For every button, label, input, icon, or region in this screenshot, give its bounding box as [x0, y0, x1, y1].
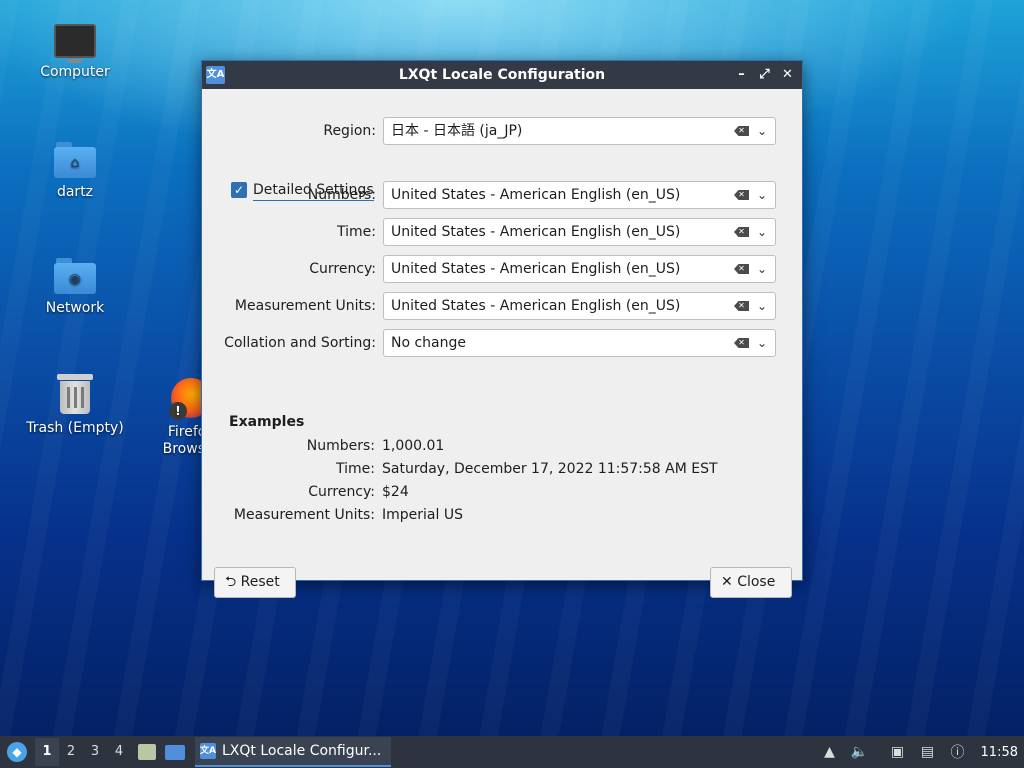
network-folder-icon: ◉: [54, 258, 96, 294]
examples-heading: Examples: [229, 414, 305, 430]
example-measurement-value: Imperial US: [382, 507, 463, 523]
clear-icon[interactable]: ✕: [734, 227, 749, 237]
taskbar-task-locale[interactable]: 文A LXQt Locale Configur...: [195, 737, 391, 767]
dialog-content: Region: 日本 - 日本語 (ja_JP) ✕ ⌄ ✓ Detailed …: [202, 89, 802, 598]
computer-icon: [54, 24, 96, 63]
title-bar[interactable]: 文A LXQt Locale Configuration – ⤢ ✕: [202, 61, 802, 89]
desktop-switch-1[interactable]: 1: [35, 738, 59, 766]
chevron-down-icon[interactable]: ⌄: [755, 118, 769, 144]
measurement-units-label: Measurement Units:: [234, 298, 376, 314]
region-combobox[interactable]: 日本 - 日本語 (ja_JP) ✕ ⌄: [383, 117, 776, 145]
lxqt-logo-icon: ◆: [7, 742, 27, 762]
collation-label: Collation and Sorting:: [224, 335, 376, 351]
file-manager-icon: [138, 744, 156, 760]
example-numbers-label: Numbers:: [306, 438, 375, 454]
clear-icon[interactable]: ✕: [734, 126, 749, 136]
volume-icon[interactable]: 🔈: [849, 741, 871, 763]
desktop-switch-4[interactable]: 4: [107, 738, 131, 766]
clear-icon[interactable]: ✕: [734, 264, 749, 274]
task-label: LXQt Locale Configur...: [222, 743, 382, 759]
time-label: Time:: [337, 224, 376, 240]
example-measurement-label: Measurement Units:: [233, 507, 375, 523]
currency-combobox[interactable]: United States - American English (en_US)…: [383, 255, 776, 283]
desktop-icon-label: dartz: [56, 184, 94, 200]
locale-app-icon: 文A: [206, 66, 225, 84]
start-menu-button[interactable]: ◆: [3, 738, 31, 766]
close-icon: ✕: [721, 574, 733, 590]
clipboard-icon[interactable]: ▤: [917, 741, 939, 763]
minimize-icon[interactable]: –: [733, 65, 750, 84]
clear-icon[interactable]: ✕: [734, 338, 749, 348]
chevron-down-icon[interactable]: ⌄: [755, 293, 769, 319]
show-desktop-launcher[interactable]: [163, 740, 187, 764]
desktop-icon-network[interactable]: ◉ Network: [20, 258, 130, 316]
locale-app-icon: 文A: [200, 743, 216, 759]
numbers-value: United States - American English (en_US): [391, 187, 681, 203]
reset-button[interactable]: ⮌ Reset: [214, 567, 296, 598]
clear-icon[interactable]: ✕: [734, 190, 749, 200]
undo-icon: ⮌: [225, 574, 237, 590]
currency-label: Currency:: [309, 261, 376, 277]
currency-value: United States - American English (en_US): [391, 261, 681, 277]
locale-config-window: 文A LXQt Locale Configuration – ⤢ ✕ Regio…: [201, 60, 803, 598]
close-button[interactable]: ✕ Close: [710, 567, 792, 598]
taskbar: ◆ 1 2 3 4 文A LXQt Locale Configur... ▲ 🔈…: [0, 736, 1024, 768]
chevron-down-icon[interactable]: ⌄: [755, 330, 769, 356]
collation-combobox[interactable]: No change ✕ ⌄: [383, 329, 776, 357]
desktop-icon-computer[interactable]: Computer: [20, 24, 130, 80]
numbers-label: Numbers:: [307, 187, 376, 203]
network-icon[interactable]: ▣: [887, 741, 909, 763]
chevron-down-icon[interactable]: ⌄: [755, 256, 769, 282]
maximize-icon[interactable]: ⤢: [756, 65, 773, 84]
measurement-units-combobox[interactable]: United States - American English (en_US)…: [383, 292, 776, 320]
example-time-value: Saturday, December 17, 2022 11:57:58 AM …: [382, 461, 718, 477]
desktop-icon-label: Computer: [40, 64, 110, 80]
time-value: United States - American English (en_US): [391, 224, 681, 240]
region-label: Region:: [323, 123, 376, 139]
window-title: LXQt Locale Configuration: [398, 67, 606, 83]
desktop-icon-label: Trash (Empty): [26, 420, 124, 436]
desktop-icon: [165, 744, 185, 760]
chevron-down-icon[interactable]: ⌄: [755, 219, 769, 245]
chevron-down-icon[interactable]: ⌄: [755, 182, 769, 208]
file-manager-launcher[interactable]: [135, 740, 159, 764]
home-folder-icon: ⌂: [54, 142, 96, 178]
region-value: 日本 - 日本語 (ja_JP): [391, 123, 523, 139]
time-combobox[interactable]: United States - American English (en_US)…: [383, 218, 776, 246]
example-time-label: Time:: [336, 461, 375, 477]
upload-icon[interactable]: ▲: [819, 741, 841, 763]
desktop-switch-2[interactable]: 2: [59, 738, 83, 766]
clock[interactable]: 11:58: [981, 745, 1018, 760]
desktop-icon-trash[interactable]: Trash (Empty): [20, 374, 130, 436]
reset-button-label: Reset: [240, 574, 280, 590]
example-numbers-value: 1,000.01: [382, 438, 445, 454]
trash-icon: [57, 374, 93, 414]
desktop-switch-3[interactable]: 3: [83, 738, 107, 766]
example-currency-value: $24: [382, 484, 409, 500]
example-currency-label: Currency:: [308, 484, 375, 500]
desktop-icon-label: Network: [45, 300, 105, 316]
notification-icon[interactable]: ⓘ: [947, 741, 969, 763]
system-tray: ▲ 🔈 ▣ ▤ ⓘ 11:58: [811, 741, 1024, 763]
clear-icon[interactable]: ✕: [734, 301, 749, 311]
measurement-units-value: United States - American English (en_US): [391, 298, 681, 314]
close-button-label: Close: [737, 574, 776, 590]
numbers-combobox[interactable]: United States - American English (en_US)…: [383, 181, 776, 209]
collation-value: No change: [391, 335, 467, 351]
close-window-icon[interactable]: ✕: [779, 65, 796, 84]
desktop-icon-home[interactable]: ⌂ dartz: [20, 142, 130, 200]
